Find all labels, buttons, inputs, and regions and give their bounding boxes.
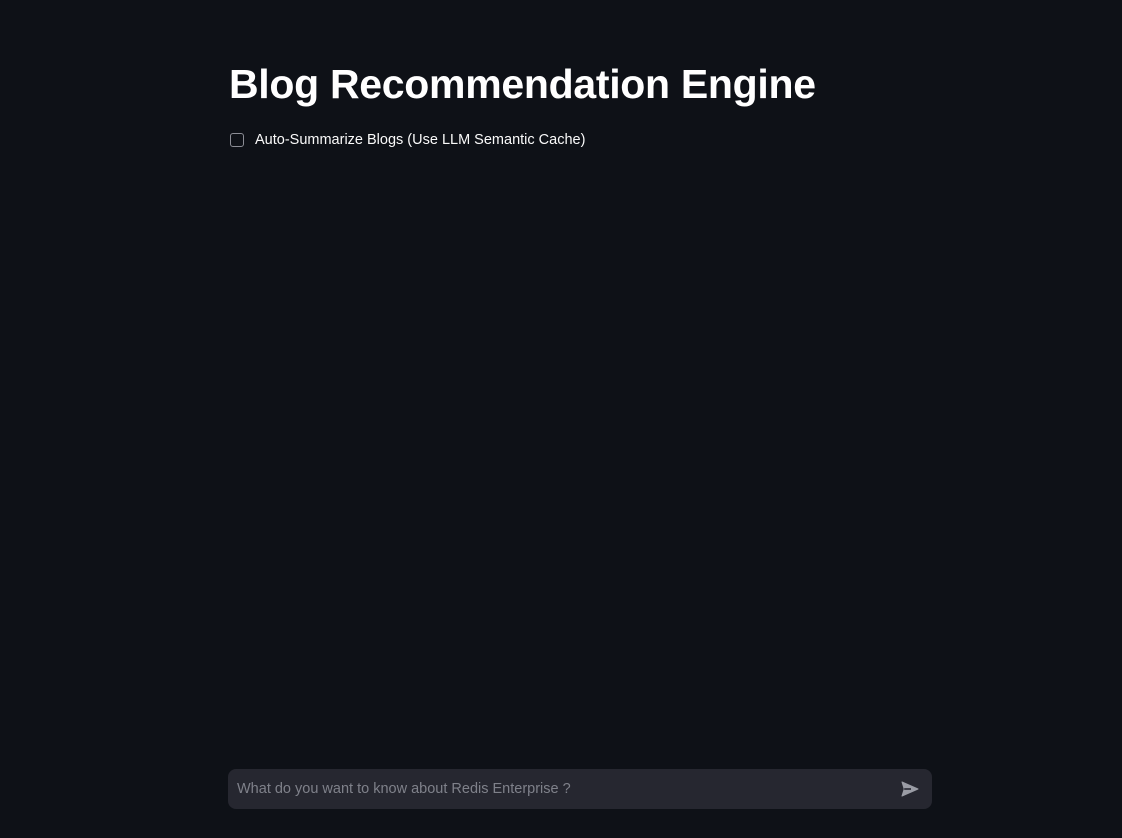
auto-summarize-checkbox-row[interactable]: Auto-Summarize Blogs (Use LLM Semantic C… (229, 132, 933, 148)
chat-input-bar (228, 769, 932, 809)
chat-input[interactable] (228, 769, 890, 809)
main-content: Blog Recommendation Engine Auto-Summariz… (229, 58, 933, 148)
auto-summarize-checkbox[interactable] (230, 133, 244, 147)
app-container: Blog Recommendation Engine Auto-Summariz… (0, 0, 1122, 838)
send-button[interactable] (890, 769, 930, 809)
send-icon (901, 781, 919, 797)
page-title: Blog Recommendation Engine (229, 61, 816, 107)
auto-summarize-label[interactable]: Auto-Summarize Blogs (Use LLM Semantic C… (255, 132, 585, 148)
